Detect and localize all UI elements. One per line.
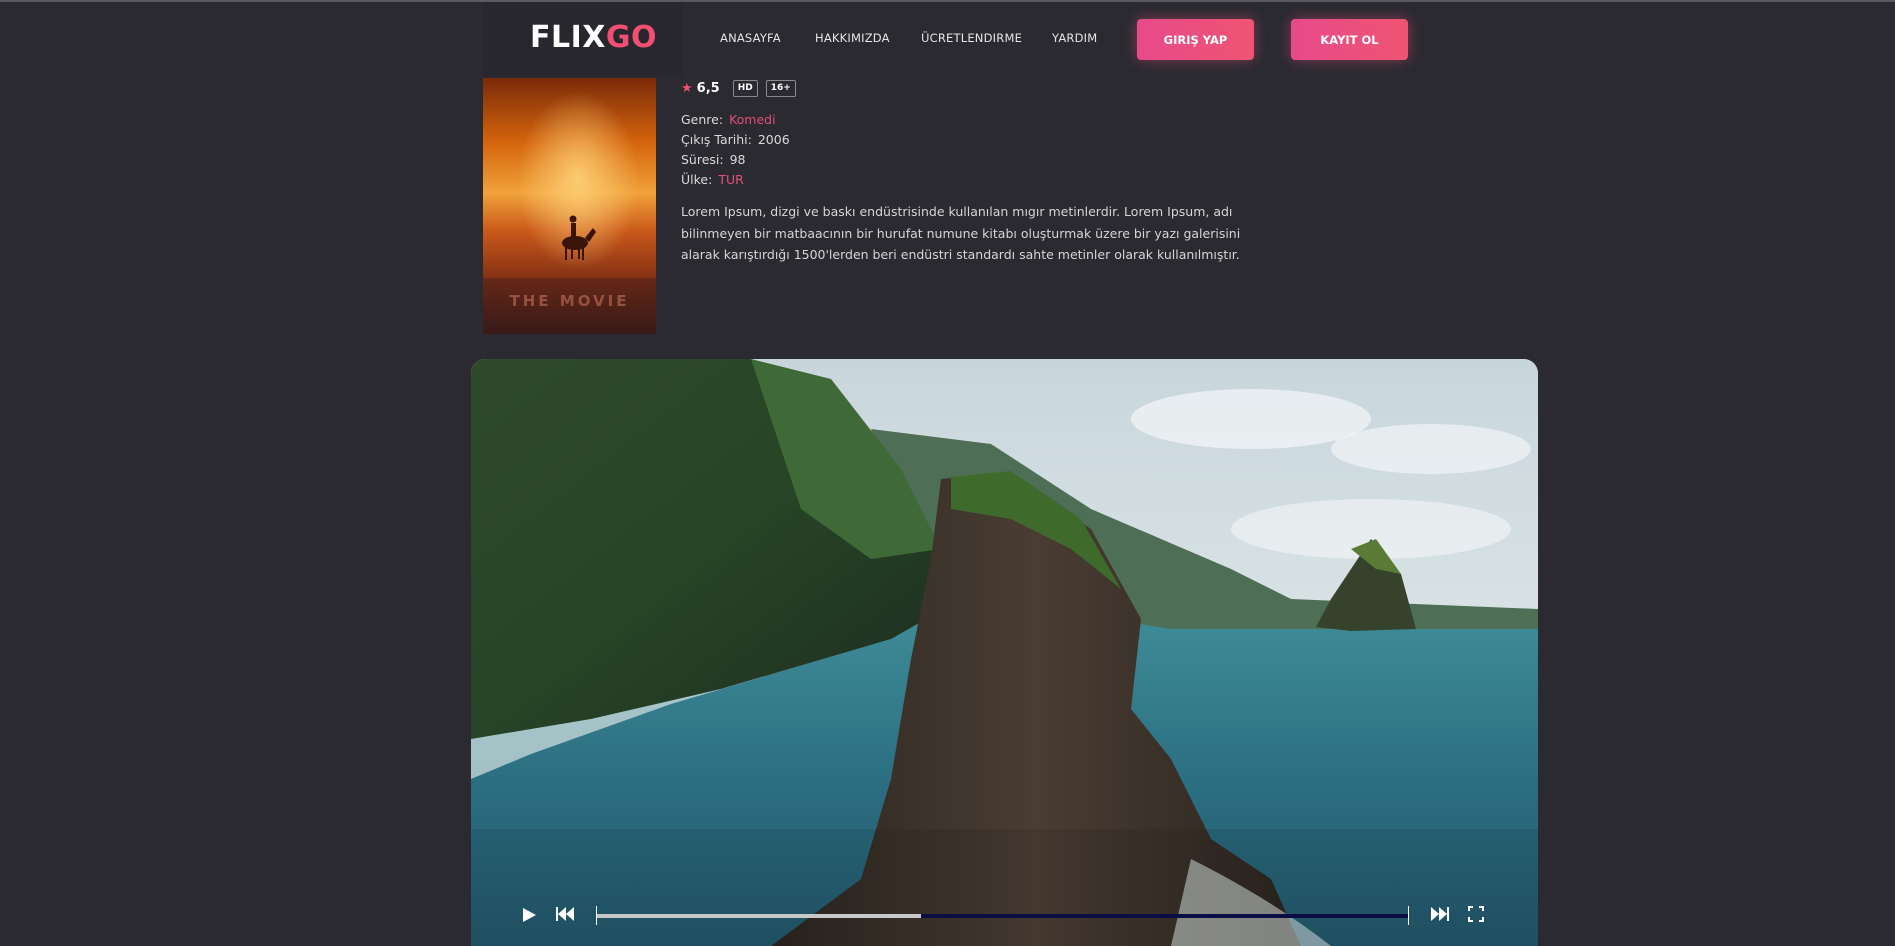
play-icon [523, 908, 536, 922]
video-player[interactable] [471, 359, 1538, 946]
duration-label: Süresi: [681, 152, 724, 167]
country-link[interactable]: TUR [718, 172, 743, 187]
video-frame [471, 359, 1538, 946]
duration-value: 98 [729, 152, 746, 167]
progress-fill [597, 914, 922, 918]
nav-pricing[interactable]: ÜCRETLENDIRME [921, 31, 1022, 45]
progress-end-marker [1408, 906, 1409, 925]
signup-button[interactable]: KAYIT OL [1291, 19, 1408, 60]
release-value: 2006 [757, 132, 790, 147]
skip-forward-icon [1431, 907, 1449, 921]
logo[interactable]: FLIXGO [530, 20, 657, 55]
nav-about[interactable]: HAKKIMIZDA [815, 31, 890, 45]
logo-accent: GO [605, 20, 658, 55]
movie-description: Lorem Ipsum, dizgi ve baskı endüstrisind… [681, 204, 1241, 262]
fullscreen-button[interactable] [1468, 906, 1484, 926]
play-button[interactable] [520, 906, 538, 928]
skip-back-button[interactable] [555, 906, 575, 926]
country-label: Ülke: [681, 172, 713, 187]
genre-link[interactable]: Komedi [729, 112, 776, 127]
fullscreen-icon [1468, 906, 1484, 922]
skip-forward-button[interactable] [1430, 906, 1450, 926]
release-label: Çıkış Tarihi: [681, 132, 752, 147]
skip-back-icon [556, 907, 574, 921]
star-icon: ★ [681, 81, 693, 96]
country-row: Ülke: TUR [681, 172, 744, 187]
age-badge: 16+ [765, 80, 796, 97]
rating-value: 6,5 [696, 81, 720, 96]
genre-label: Genre: [681, 112, 724, 127]
duration-row: Süresi: 98 [681, 152, 746, 167]
login-button[interactable]: GIRIŞ YAP [1137, 19, 1254, 60]
rating-row: ★ 6,5 HD 16+ [681, 80, 804, 97]
poster-title: THE MOVIE [509, 292, 630, 310]
top-border [0, 0, 1895, 2]
quality-badge: HD [732, 80, 758, 97]
logo-main: FLIX [530, 20, 606, 55]
nav-help[interactable]: YARDIM [1052, 31, 1097, 45]
movie-poster[interactable]: THE MOVIE [483, 78, 656, 334]
nav-home[interactable]: ANASAYFA [720, 31, 781, 45]
release-row: Çıkış Tarihi: 2006 [681, 132, 790, 147]
genre-row: Genre: Komedi [681, 112, 776, 127]
progress-bar[interactable] [597, 914, 1408, 918]
